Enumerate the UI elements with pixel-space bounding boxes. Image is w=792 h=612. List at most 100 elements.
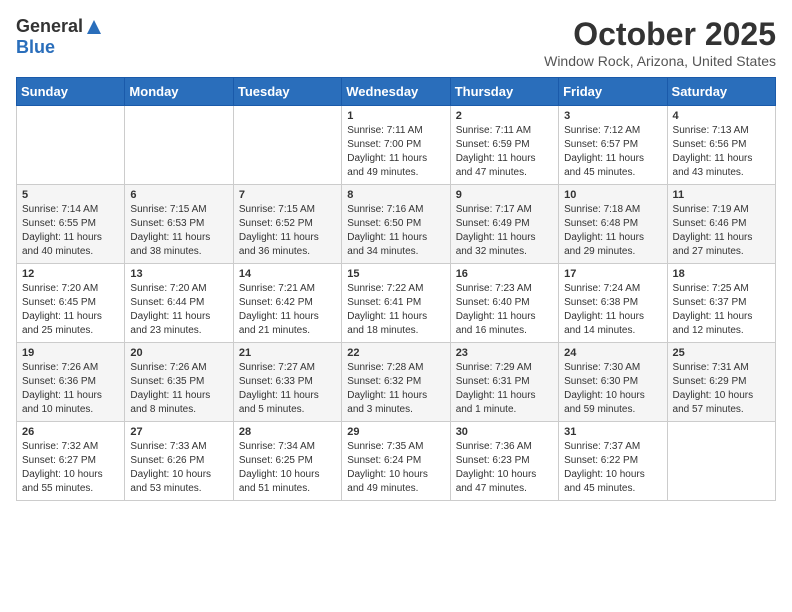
day-cell-17: 17 Sunrise: 7:24 AM Sunset: 6:38 PM Dayli… [559, 264, 667, 343]
day-number-25: 25 [673, 347, 770, 359]
page-header: General Blue October 2025 Window Rock, A… [16, 16, 776, 69]
day-cell-13: 13 Sunrise: 7:20 AM Sunset: 6:44 PM Dayli… [125, 264, 233, 343]
empty-cell [17, 106, 125, 185]
day-cell-5: 5 Sunrise: 7:14 AM Sunset: 6:55 PM Daylig… [17, 185, 125, 264]
day-number-5: 5 [22, 189, 119, 201]
weekday-header-tuesday: Tuesday [233, 78, 341, 106]
day-info-7: Sunrise: 7:15 AM Sunset: 6:52 PM Dayligh… [239, 203, 336, 259]
day-cell-9: 9 Sunrise: 7:17 AM Sunset: 6:49 PM Daylig… [450, 185, 558, 264]
day-number-23: 23 [456, 347, 553, 359]
day-number-3: 3 [564, 110, 661, 122]
day-cell-14: 14 Sunrise: 7:21 AM Sunset: 6:42 PM Dayli… [233, 264, 341, 343]
day-number-2: 2 [456, 110, 553, 122]
day-info-10: Sunrise: 7:18 AM Sunset: 6:48 PM Dayligh… [564, 203, 661, 259]
day-info-25: Sunrise: 7:31 AM Sunset: 6:29 PM Dayligh… [673, 361, 770, 417]
day-info-2: Sunrise: 7:11 AM Sunset: 6:59 PM Dayligh… [456, 124, 553, 180]
day-number-12: 12 [22, 268, 119, 280]
weekday-row: SundayMondayTuesdayWednesdayThursdayFrid… [17, 78, 776, 106]
day-number-7: 7 [239, 189, 336, 201]
day-number-9: 9 [456, 189, 553, 201]
day-cell-6: 6Sunrise: 7:15 AM Sunset: 6:53 PM Daylig… [125, 185, 233, 264]
day-cell-20: 20Sunrise: 7:26 AM Sunset: 6:35 PM Dayli… [125, 343, 233, 422]
day-cell-4: 4 Sunrise: 7:13 AM Sunset: 6:56 PM Daylig… [667, 106, 775, 185]
day-info-18: Sunrise: 7:25 AM Sunset: 6:37 PM Dayligh… [673, 282, 770, 338]
day-info-22: Sunrise: 7:28 AM Sunset: 6:32 PM Dayligh… [347, 361, 444, 417]
day-info-12: Sunrise: 7:20 AM Sunset: 6:45 PM Dayligh… [22, 282, 119, 338]
title-block: October 2025 Window Rock, Arizona, Unite… [544, 16, 776, 69]
day-info-3: Sunrise: 7:12 AM Sunset: 6:57 PM Dayligh… [564, 124, 661, 180]
day-number-15: 15 [347, 268, 444, 280]
calendar-header: SundayMondayTuesdayWednesdayThursdayFrid… [17, 78, 776, 106]
day-cell-19: 19Sunrise: 7:26 AM Sunset: 6:36 PM Dayli… [17, 343, 125, 422]
day-number-30: 30 [456, 426, 553, 438]
day-cell-25: 25 Sunrise: 7:31 AM Sunset: 6:29 PM Dayli… [667, 343, 775, 422]
day-number-8: 8 [347, 189, 444, 201]
day-cell-10: 10 Sunrise: 7:18 AM Sunset: 6:48 PM Dayli… [559, 185, 667, 264]
logo-general-text: General [16, 16, 83, 37]
day-info-23: Sunrise: 7:29 AM Sunset: 6:31 PM Dayligh… [456, 361, 553, 417]
day-info-16: Sunrise: 7:23 AM Sunset: 6:40 PM Dayligh… [456, 282, 553, 338]
day-cell-11: 11 Sunrise: 7:19 AM Sunset: 6:46 PM Dayli… [667, 185, 775, 264]
logo: General Blue [16, 16, 103, 58]
empty-cell [125, 106, 233, 185]
day-number-14: 14 [239, 268, 336, 280]
day-info-27: Sunrise: 7:33 AM Sunset: 6:26 PM Dayligh… [130, 440, 227, 496]
day-info-19: Sunrise: 7:26 AM Sunset: 6:36 PM Dayligh… [22, 361, 119, 417]
day-cell-31: 31 Sunrise: 7:37 AM Sunset: 6:22 PM Dayli… [559, 422, 667, 501]
day-info-17: Sunrise: 7:24 AM Sunset: 6:38 PM Dayligh… [564, 282, 661, 338]
day-number-1: 1 [347, 110, 444, 122]
week-row-4: 19Sunrise: 7:26 AM Sunset: 6:36 PM Dayli… [17, 343, 776, 422]
weekday-header-sunday: Sunday [17, 78, 125, 106]
day-cell-2: 2 Sunrise: 7:11 AM Sunset: 6:59 PM Daylig… [450, 106, 558, 185]
day-number-31: 31 [564, 426, 661, 438]
day-number-10: 10 [564, 189, 661, 201]
day-info-28: Sunrise: 7:34 AM Sunset: 6:25 PM Dayligh… [239, 440, 336, 496]
day-info-29: Sunrise: 7:35 AM Sunset: 6:24 PM Dayligh… [347, 440, 444, 496]
day-cell-23: 23 Sunrise: 7:29 AM Sunset: 6:31 PM Dayli… [450, 343, 558, 422]
day-number-17: 17 [564, 268, 661, 280]
day-number-21: 21 [239, 347, 336, 359]
day-cell-16: 16 Sunrise: 7:23 AM Sunset: 6:40 PM Dayli… [450, 264, 558, 343]
day-cell-22: 22Sunrise: 7:28 AM Sunset: 6:32 PM Dayli… [342, 343, 450, 422]
day-number-11: 11 [673, 189, 770, 201]
week-row-1: 1Sunrise: 7:11 AM Sunset: 7:00 PM Daylig… [17, 106, 776, 185]
week-row-5: 26Sunrise: 7:32 AM Sunset: 6:27 PM Dayli… [17, 422, 776, 501]
month-title: October 2025 [544, 16, 776, 53]
weekday-header-wednesday: Wednesday [342, 78, 450, 106]
day-info-4: Sunrise: 7:13 AM Sunset: 6:56 PM Dayligh… [673, 124, 770, 180]
day-info-26: Sunrise: 7:32 AM Sunset: 6:27 PM Dayligh… [22, 440, 119, 496]
day-info-9: Sunrise: 7:17 AM Sunset: 6:49 PM Dayligh… [456, 203, 553, 259]
week-row-3: 12 Sunrise: 7:20 AM Sunset: 6:45 PM Dayli… [17, 264, 776, 343]
day-cell-27: 27 Sunrise: 7:33 AM Sunset: 6:26 PM Dayli… [125, 422, 233, 501]
weekday-header-monday: Monday [125, 78, 233, 106]
day-cell-30: 30 Sunrise: 7:36 AM Sunset: 6:23 PM Dayli… [450, 422, 558, 501]
empty-cell [667, 422, 775, 501]
day-cell-24: 24 Sunrise: 7:30 AM Sunset: 6:30 PM Dayli… [559, 343, 667, 422]
day-info-6: Sunrise: 7:15 AM Sunset: 6:53 PM Dayligh… [130, 203, 227, 259]
day-number-24: 24 [564, 347, 661, 359]
day-cell-3: 3 Sunrise: 7:12 AM Sunset: 6:57 PM Daylig… [559, 106, 667, 185]
day-number-18: 18 [673, 268, 770, 280]
day-info-13: Sunrise: 7:20 AM Sunset: 6:44 PM Dayligh… [130, 282, 227, 338]
day-info-5: Sunrise: 7:14 AM Sunset: 6:55 PM Dayligh… [22, 203, 119, 259]
day-number-27: 27 [130, 426, 227, 438]
empty-cell [233, 106, 341, 185]
day-info-11: Sunrise: 7:19 AM Sunset: 6:46 PM Dayligh… [673, 203, 770, 259]
calendar-body: 1Sunrise: 7:11 AM Sunset: 7:00 PM Daylig… [17, 106, 776, 501]
day-number-13: 13 [130, 268, 227, 280]
day-info-31: Sunrise: 7:37 AM Sunset: 6:22 PM Dayligh… [564, 440, 661, 496]
day-info-21: Sunrise: 7:27 AM Sunset: 6:33 PM Dayligh… [239, 361, 336, 417]
day-info-20: Sunrise: 7:26 AM Sunset: 6:35 PM Dayligh… [130, 361, 227, 417]
day-number-28: 28 [239, 426, 336, 438]
day-number-16: 16 [456, 268, 553, 280]
day-info-24: Sunrise: 7:30 AM Sunset: 6:30 PM Dayligh… [564, 361, 661, 417]
day-info-30: Sunrise: 7:36 AM Sunset: 6:23 PM Dayligh… [456, 440, 553, 496]
day-cell-18: 18 Sunrise: 7:25 AM Sunset: 6:37 PM Dayli… [667, 264, 775, 343]
day-cell-15: 15Sunrise: 7:22 AM Sunset: 6:41 PM Dayli… [342, 264, 450, 343]
weekday-header-saturday: Saturday [667, 78, 775, 106]
weekday-header-friday: Friday [559, 78, 667, 106]
day-info-14: Sunrise: 7:21 AM Sunset: 6:42 PM Dayligh… [239, 282, 336, 338]
calendar-table: SundayMondayTuesdayWednesdayThursdayFrid… [16, 77, 776, 501]
day-cell-8: 8Sunrise: 7:16 AM Sunset: 6:50 PM Daylig… [342, 185, 450, 264]
day-number-4: 4 [673, 110, 770, 122]
